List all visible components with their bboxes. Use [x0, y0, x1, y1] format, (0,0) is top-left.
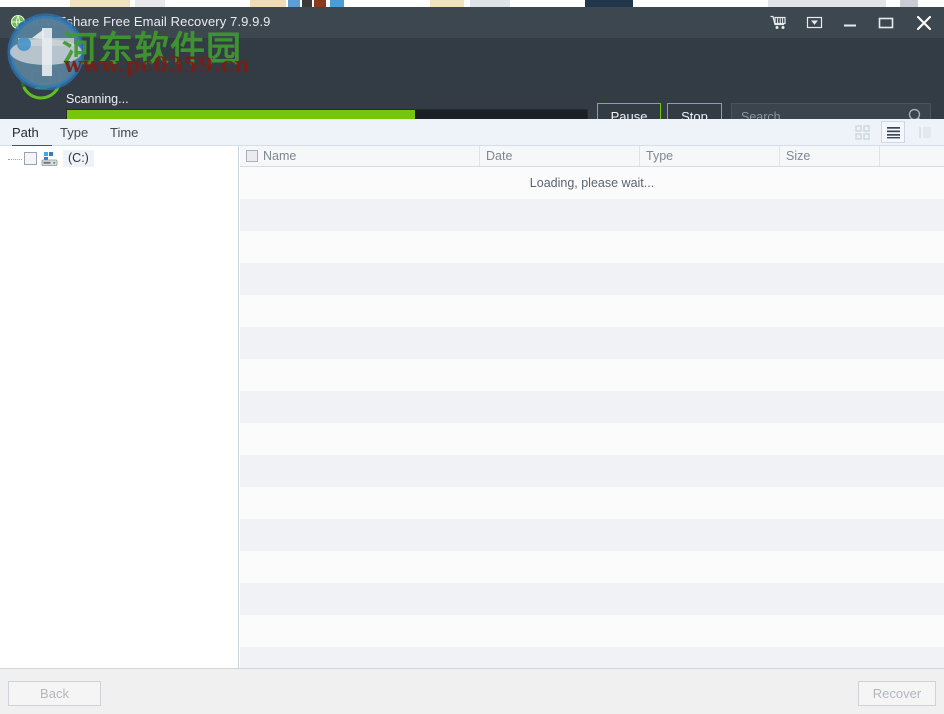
- table-row[interactable]: [240, 455, 944, 487]
- list-view-icon[interactable]: [881, 121, 905, 143]
- table-row[interactable]: [240, 295, 944, 327]
- table-row[interactable]: [240, 391, 944, 423]
- app-globe-icon: [10, 14, 27, 31]
- view-mode-group: [850, 121, 936, 143]
- tab-type[interactable]: Type: [60, 119, 100, 145]
- tab-path[interactable]: Path: [12, 119, 52, 147]
- table-row[interactable]: [240, 647, 944, 668]
- table-row[interactable]: [240, 199, 944, 231]
- table-row[interactable]: [240, 263, 944, 295]
- select-all-checkbox[interactable]: [246, 150, 258, 162]
- table-row[interactable]: [240, 487, 944, 519]
- column-header-size[interactable]: Size: [780, 146, 880, 166]
- window-title: IUWEshare Free Email Recovery 7.9.9.9: [32, 14, 271, 29]
- tab-time[interactable]: Time: [110, 119, 150, 145]
- footer-bar: Back Recover: [0, 668, 944, 714]
- tree-item-label: (C:): [63, 150, 94, 167]
- column-header-type[interactable]: Type: [640, 146, 780, 166]
- table-row[interactable]: [240, 359, 944, 391]
- table-row[interactable]: [240, 423, 944, 455]
- thumbnail-view-icon[interactable]: [850, 121, 874, 143]
- back-button[interactable]: Back: [8, 681, 101, 706]
- cart-icon[interactable]: [760, 7, 796, 38]
- close-icon[interactable]: [904, 7, 944, 38]
- scan-status-label: Scanning...: [66, 92, 129, 106]
- column-header-date[interactable]: Date: [480, 146, 640, 166]
- tree-item-checkbox[interactable]: [24, 152, 37, 165]
- table-row[interactable]: [240, 231, 944, 263]
- recover-button[interactable]: Recover: [858, 681, 936, 706]
- background-window-strip: [0, 0, 944, 7]
- window-controls: [760, 7, 944, 38]
- monitor-scan-icon: [18, 56, 64, 102]
- column-header-type-label: Type: [646, 149, 673, 163]
- scan-status-panel: Scanning... Estimated time remaining:00:…: [0, 38, 944, 119]
- table-row[interactable]: [240, 519, 944, 551]
- drive-icon: [41, 151, 58, 166]
- minimize-icon[interactable]: [832, 7, 868, 38]
- table-row[interactable]: [240, 327, 944, 359]
- tree-connector-line: [8, 159, 22, 160]
- maximize-icon[interactable]: [868, 7, 904, 38]
- table-row[interactable]: [240, 615, 944, 647]
- loading-message: Loading, please wait...: [240, 167, 944, 199]
- column-header-extra[interactable]: [880, 146, 944, 166]
- detail-view-icon[interactable]: [912, 121, 936, 143]
- file-list-panel: Name Date Type Size Loading, please wait…: [240, 146, 944, 668]
- column-header-name-label: Name: [263, 149, 296, 163]
- column-header-size-label: Size: [786, 149, 810, 163]
- path-tree-panel: (C:): [0, 146, 239, 668]
- file-list-header: Name Date Type Size: [240, 146, 944, 167]
- download-icon[interactable]: [796, 7, 832, 38]
- table-row[interactable]: [240, 583, 944, 615]
- title-bar[interactable]: IUWEshare Free Email Recovery 7.9.9.9: [0, 7, 944, 38]
- application-window: IUWEshare Free Email Recovery 7.9.9.9: [0, 0, 944, 714]
- column-header-name[interactable]: Name: [240, 146, 480, 166]
- column-header-date-label: Date: [486, 149, 512, 163]
- tree-item-c-drive[interactable]: (C:): [0, 149, 94, 168]
- view-tab-strip: Path Type Time: [0, 119, 944, 146]
- table-row[interactable]: [240, 551, 944, 583]
- file-list-rows: [240, 167, 944, 668]
